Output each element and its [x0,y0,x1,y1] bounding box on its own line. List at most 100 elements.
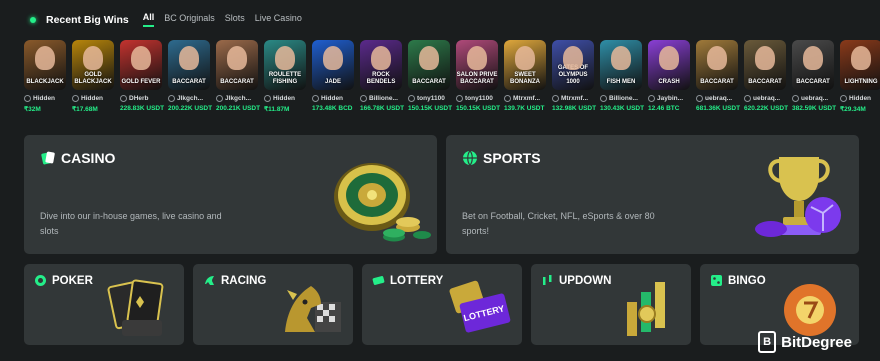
win-item[interactable]: GOLD BLACKJACK Hidden ₹17.68M [72,40,114,113]
win-item[interactable]: BLACKJACK Hidden ₹32M [24,40,66,113]
tab-live-casino[interactable]: Live Casino [255,13,302,26]
poker-title: POKER [52,274,93,287]
win-amount: 150.15K USDT [408,105,453,112]
casino-card[interactable]: CASINO Dive into our in-house games, liv… [24,135,437,254]
win-item[interactable]: SWEET BONANZA Mtrxmf... 139.7K USDT [504,40,546,113]
game-thumbnail[interactable]: LIGHTNING [840,40,880,90]
user-icon [168,95,175,102]
user-icon [312,95,319,102]
game-name: SALON PRIVE BACCARAT [456,72,498,85]
game-name: GOLD FEVER [121,79,161,85]
horse-illustration [285,286,341,332]
game-thumbnail[interactable]: BLACKJACK [24,40,66,90]
game-name: BACCARAT [172,79,206,85]
user-icon [72,95,79,102]
win-item[interactable]: GATES OF OLYMPUS 1000 Mtrxmf... 132.98K US… [552,40,596,113]
game-thumbnail[interactable]: ROCK BENDELS [360,40,402,90]
win-amount: 200.22K USDT [168,105,213,112]
game-thumbnail[interactable]: BACCARAT [168,40,210,90]
game-thumbnail[interactable]: ROULETTE FISHING [264,40,306,90]
win-item[interactable]: BACCARAT Jlkgch... 200.22K USDT [168,40,213,113]
winner-name: uebraq... [753,95,781,102]
game-thumbnail[interactable]: FISH MEN [600,40,642,90]
user-icon [696,95,703,102]
winner-name: Hidden [81,95,104,102]
updown-card[interactable]: UPDOWN [531,264,691,345]
win-item[interactable]: ROULETTE FISHING Hidden ₹11.87M [264,40,306,113]
game-thumbnail[interactable]: BACCARAT [792,40,834,90]
tab-bc-originals[interactable]: BC Originals [164,13,215,26]
win-item[interactable]: SALON PRIVE BACCARAT tony1100 150.15K USDT [456,40,501,113]
win-item[interactable]: LIGHTNING Hidden ₹29.34M [840,40,880,113]
win-item[interactable]: ROCK BENDELS Billione... 166.78K USDT [360,40,404,113]
game-art [467,46,487,70]
game-thumbnail[interactable]: BACCARAT [744,40,786,90]
updown-label: UPDOWN [541,274,611,287]
game-art [611,46,631,70]
win-item[interactable]: BACCARAT tony1100 150.15K USDT [408,40,453,113]
sports-label: SPORTS [462,150,541,166]
win-item[interactable]: CRASH Jaybin... 12.46 BTC [648,40,690,113]
tab-all[interactable]: All [142,12,155,27]
win-item[interactable]: FISH MEN Billione... 130.43K USDT [600,40,645,113]
win-amount: 130.43K USDT [600,105,645,112]
racing-card[interactable]: RACING [193,264,353,345]
poker-card[interactable]: POKER [24,264,184,345]
tab-slots[interactable]: Slots [225,13,245,26]
user-icon [504,95,511,102]
ball-icon [463,150,477,166]
game-thumbnail[interactable]: BACCARAT [696,40,738,90]
win-item[interactable]: JADE Hidden 173.48K BCD [312,40,354,113]
user-icon [552,95,559,102]
winner: Mtrxmf... [504,95,546,102]
win-amount: ₹11.87M [264,106,290,113]
game-thumbnail[interactable]: JADE [312,40,354,90]
winner-name: Billione... [609,95,638,102]
win-item[interactable]: BACCARAT uebraq... 620.22K USDT [744,40,788,113]
lottery-card[interactable]: LOTTERY LOTTERY [362,264,522,345]
win-item[interactable]: BACCARAT uebraq... 681.36K USDT [696,40,740,113]
updown-icon [543,275,552,285]
winner: Hidden [840,95,880,102]
win-item[interactable]: BACCARAT uebraq... 382.59K USDT [792,40,837,113]
game-thumbnail[interactable]: GATES OF OLYMPUS 1000 [552,40,594,90]
cards-icon [41,151,55,165]
game-thumbnail[interactable]: CRASH [648,40,690,90]
game-art [179,46,199,70]
game-thumbnail[interactable]: BACCARAT [216,40,258,90]
winner-name: Billione... [369,95,398,102]
game-name: CRASH [658,79,680,85]
win-amount: 150.15K USDT [456,105,501,112]
game-thumbnail[interactable]: GOLD BLACKJACK [72,40,114,90]
game-art [563,46,583,70]
game-thumbnail[interactable]: SALON PRIVE BACCARAT [456,40,498,90]
winner: Mtrxmf... [552,95,594,102]
recent-wins-strip: BLACKJACK Hidden ₹32M GOLD BLACKJACK Hidden ₹… [24,40,880,113]
winner-name: Jlkgch... [225,95,252,102]
game-art [131,46,151,70]
game-name: BACCARAT [412,79,446,85]
casino-label: CASINO [40,150,115,166]
game-thumbnail[interactable]: SWEET BONANZA [504,40,546,90]
game-art [419,46,439,70]
roulette-wheel-illustration [334,163,431,242]
win-item[interactable]: GOLD FEVER DHerb 228.83K USDT [120,40,164,113]
winner: Hidden [264,95,306,102]
sports-card[interactable]: SPORTS Bet on Football, Cricket, NFL, eS… [446,135,859,254]
game-thumbnail[interactable]: GOLD FEVER [120,40,162,90]
lottery-label: LOTTERY [372,274,443,287]
poker-icon [35,275,46,286]
sports-title: SPORTS [483,150,541,166]
bitdegree-logo-icon: B [758,331,777,353]
game-name: BACCARAT [748,79,782,85]
sports-description: Bet on Football, Cricket, NFL, eSports &… [462,211,655,236]
game-name: LIGHTNING [844,79,878,85]
winner-name: Jaybin... [657,95,684,102]
win-amount: 382.59K USDT [792,105,837,112]
winner: tony1100 [456,95,498,102]
user-icon [360,95,367,102]
winner-name: Mtrxmf... [513,95,541,102]
win-item[interactable]: BACCARAT Jlkgch... 200.21K USDT [216,40,260,113]
user-icon [648,95,655,102]
game-thumbnail[interactable]: BACCARAT [408,40,450,90]
